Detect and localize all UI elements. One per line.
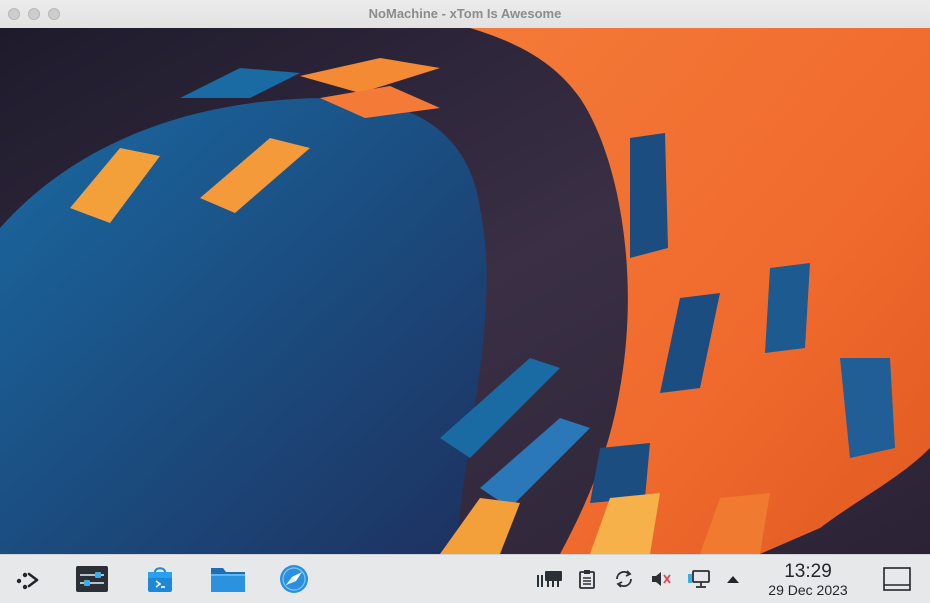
compass-icon: [280, 565, 308, 593]
volume-muted-icon: [652, 572, 671, 586]
software-store-icon: [148, 567, 172, 592]
show-hidden-icons-button[interactable]: [724, 570, 742, 588]
desktop-area[interactable]: [0, 28, 930, 554]
network-tray-button[interactable]: [686, 568, 712, 590]
folder-icon: [211, 568, 245, 592]
file-manager-button[interactable]: [207, 563, 249, 595]
discover-button[interactable]: [143, 563, 177, 595]
clock-date[interactable]: 29 Dec 2023: [750, 582, 866, 598]
application-launcher-button[interactable]: [10, 562, 44, 596]
nomachine-tray-button[interactable]: [535, 568, 565, 590]
system-settings-button[interactable]: [74, 563, 110, 595]
show-desktop-icon: [883, 567, 911, 591]
network-wired-icon: [688, 570, 710, 588]
web-browser-button[interactable]: [277, 563, 311, 595]
volume-tray-button[interactable]: [649, 568, 673, 590]
window-title: NoMachine - xTom Is Awesome: [368, 6, 562, 21]
kde-launcher-icon: [16, 572, 39, 590]
desktop-wallpaper: [0, 28, 930, 554]
updates-tray-button[interactable]: [612, 568, 636, 590]
sync-icon: [616, 570, 632, 588]
arrow-up-icon: [727, 576, 739, 583]
clock-time[interactable]: 13:29: [756, 561, 860, 583]
clipboard-icon: [579, 570, 595, 589]
nomachine-window: NoMachine - xTom Is Awesome 13:29 29 Dec…: [0, 0, 930, 603]
show-desktop-button[interactable]: [880, 564, 914, 594]
nomachine-icon: [537, 571, 562, 587]
window-titlebar[interactable]: NoMachine - xTom Is Awesome: [0, 0, 930, 29]
clipboard-tray-button[interactable]: [576, 568, 598, 590]
settings-sliders-icon: [76, 566, 108, 592]
